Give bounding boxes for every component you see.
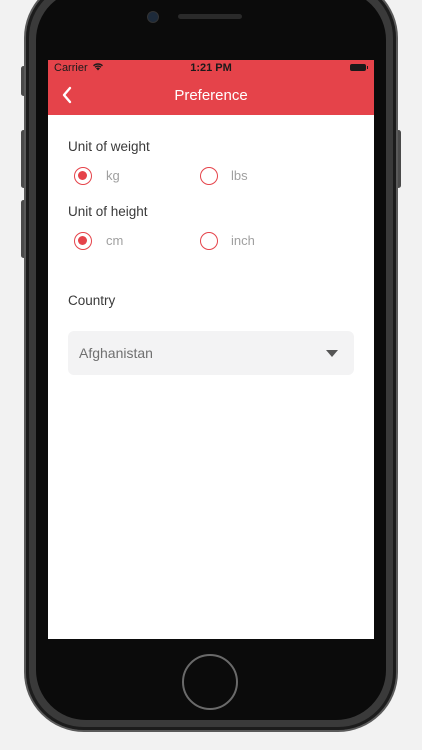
home-button[interactable] (182, 654, 238, 710)
country-select[interactable]: Afghanistan (68, 331, 354, 375)
status-time: 1:21 PM (190, 62, 232, 74)
radio-kg[interactable] (74, 167, 92, 185)
app-screen: Carrier 1:21 PM Preference Unit of weigh… (48, 60, 374, 639)
country-section-label: Country (68, 293, 116, 308)
radio-cm[interactable] (74, 232, 92, 250)
caret-down-icon (326, 350, 338, 357)
navigation-bar: Preference (48, 77, 374, 115)
status-bar: Carrier 1:21 PM (48, 60, 374, 77)
weight-section-label: Unit of weight (68, 139, 150, 154)
page-title: Preference (174, 87, 248, 104)
weight-options: kg lbs (74, 167, 374, 189)
radio-label-cm: cm (106, 233, 124, 248)
radio-label-inch: inch (231, 233, 255, 248)
earpiece-speaker (178, 14, 242, 19)
height-section-label: Unit of height (68, 204, 148, 219)
power-button (396, 130, 401, 188)
battery-icon (350, 64, 368, 71)
radio-label-kg: kg (106, 168, 120, 183)
radio-label-lbs: lbs (231, 168, 248, 183)
height-options: cm inch (74, 232, 374, 254)
radio-lbs[interactable] (200, 167, 218, 185)
radio-inch[interactable] (200, 232, 218, 250)
country-select-value: Afghanistan (79, 345, 153, 361)
front-camera-icon (147, 11, 159, 23)
